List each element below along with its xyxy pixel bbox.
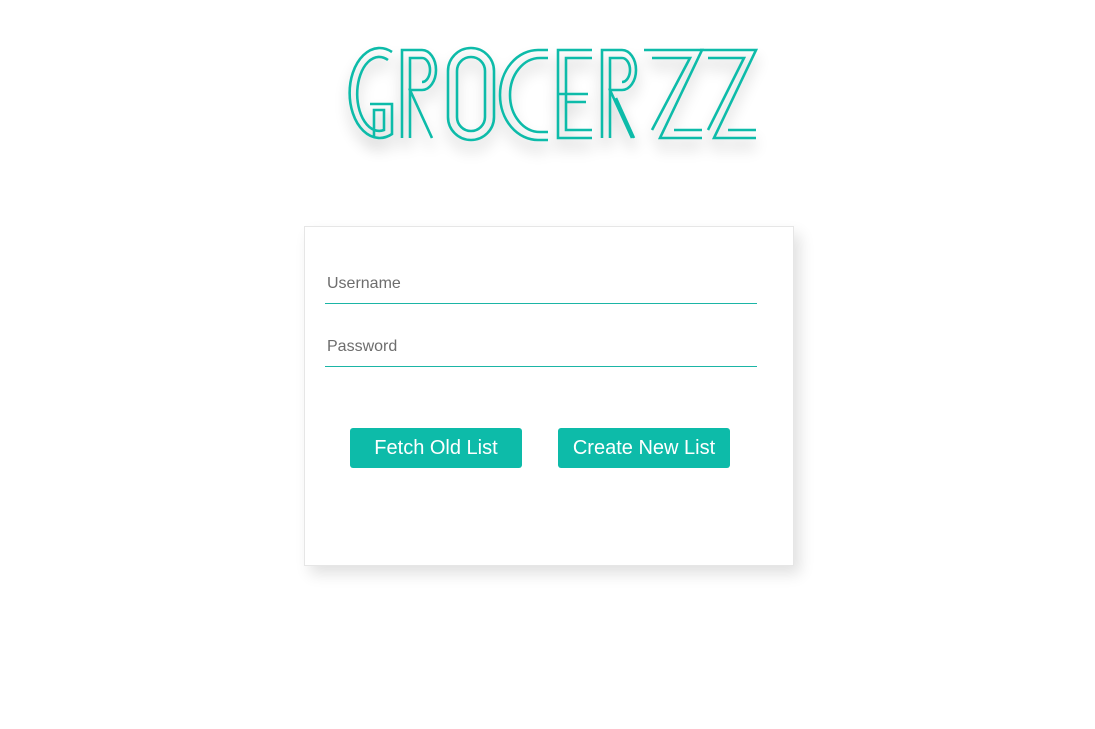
logo-letter-r2	[600, 48, 638, 139]
logo-letter-z	[644, 48, 705, 140]
fetch-old-list-button[interactable]: Fetch Old List	[350, 428, 522, 468]
logo-letter-z2	[700, 48, 759, 140]
password-input[interactable]	[325, 327, 757, 367]
logo-wordmark	[348, 46, 759, 142]
brand-logo	[330, 30, 770, 170]
logo-letter-g	[348, 46, 394, 140]
logo-letter-e	[556, 48, 592, 140]
logo-letter-r	[400, 48, 438, 139]
create-new-list-button[interactable]: Create New List	[558, 428, 730, 468]
username-input[interactable]	[325, 264, 757, 304]
logo-letter-c	[498, 48, 548, 142]
login-card: Fetch Old List Create New List	[304, 226, 794, 566]
logo-letter-o	[446, 46, 496, 142]
